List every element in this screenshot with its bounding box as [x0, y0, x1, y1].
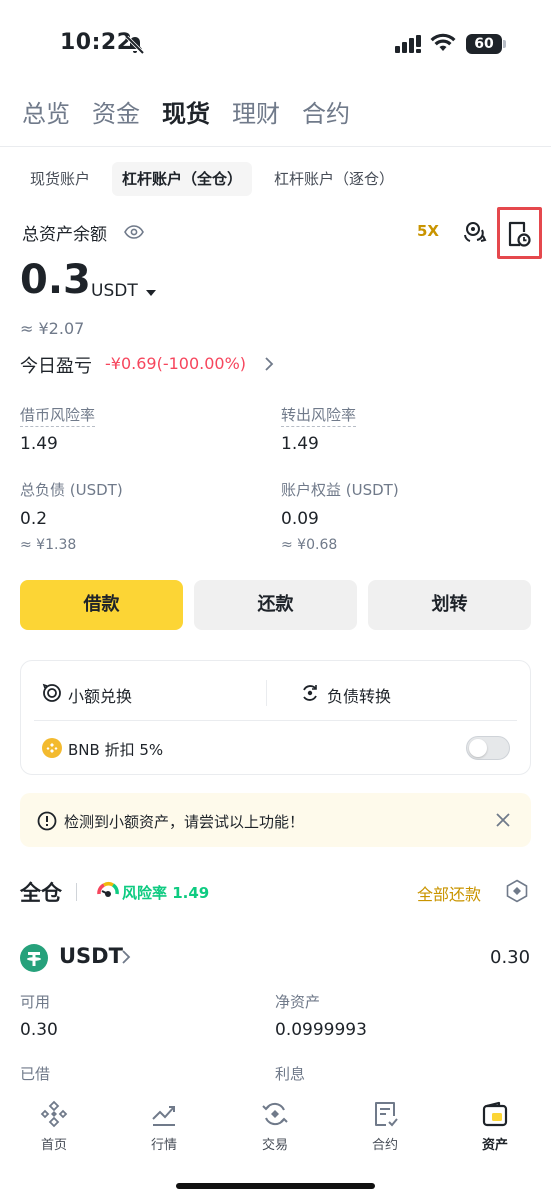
chevron-right-icon[interactable] [121, 949, 131, 965]
today-pnl-value[interactable]: -¥0.69(-100.00%) [105, 354, 246, 373]
transfer-button[interactable]: 划转 [368, 580, 531, 630]
nav-markets-label: 行情 [150, 1138, 177, 1153]
leverage-badge[interactable]: 5X [417, 222, 439, 240]
nav-trade[interactable]: 交易 [235, 1100, 315, 1153]
total-asset-cny: ≈ ¥2.07 [20, 319, 85, 338]
battery-indicator: 60 [466, 34, 502, 54]
markets-chart-icon [124, 1100, 204, 1128]
toggle-knob [469, 739, 487, 757]
nav-markets[interactable]: 行情 [124, 1100, 204, 1153]
close-icon[interactable] [495, 812, 511, 828]
cross-title-separator [76, 883, 77, 901]
nav-assets-label: 资产 [481, 1138, 508, 1153]
borrow-risk-label[interactable]: 借币风险率 [20, 404, 96, 427]
tabs-divider [0, 146, 551, 147]
subtab-spot-account[interactable]: 现货账户 [20, 162, 100, 196]
nav-home[interactable]: 首页 [14, 1100, 94, 1153]
total-debt-cny: ≈ ¥1.38 [20, 537, 77, 553]
futures-document-icon [345, 1100, 425, 1128]
cross-risk-rate[interactable]: 风险率 1.49 [122, 882, 209, 903]
subtab-cross-margin[interactable]: 杠杆账户（全仓） [112, 162, 253, 196]
available-value: 0.30 [20, 1020, 58, 1040]
home-indicator [176, 1183, 375, 1189]
trade-exchange-icon [235, 1100, 315, 1128]
equity-value: 0.09 [281, 509, 319, 529]
coin-exchange-icon[interactable] [462, 218, 490, 246]
status-time: 10:22 [60, 30, 133, 55]
total-asset-value: 0.3 [20, 257, 91, 303]
transfer-risk-value: 1.49 [281, 434, 319, 454]
bnb-discount-label: BNB 折扣 5% [68, 741, 164, 759]
small-exchange-icon [42, 683, 62, 703]
borrowed-label: 已借 [20, 1065, 51, 1083]
tools-horizontal-divider [34, 720, 517, 721]
coin-name[interactable]: USDT [59, 944, 123, 968]
debt-convert-link[interactable]: 负债转换 [327, 683, 391, 707]
battery-nub [503, 40, 506, 48]
today-pnl-label[interactable]: 今日盈亏 [20, 352, 92, 378]
main-tabs: 总览 资金 现货 理财 合约 [22, 98, 350, 130]
chevron-right-icon[interactable] [264, 357, 274, 371]
tab-spot[interactable]: 现货 [162, 98, 210, 130]
nav-futures-label: 合约 [371, 1138, 398, 1153]
caret-down-icon[interactable] [146, 289, 156, 297]
available-label: 可用 [20, 993, 51, 1011]
cross-margin-title: 全仓 [20, 881, 62, 905]
account-subtabs: 现货账户 杠杆账户（全仓） 杠杆账户（逐仓） [20, 162, 404, 196]
usdt-coin-icon [20, 944, 48, 972]
net-asset-value: 0.0999993 [275, 1020, 367, 1040]
total-debt-value: 0.2 [20, 509, 48, 529]
debt-convert-icon [300, 683, 320, 703]
tab-overview[interactable]: 总览 [22, 98, 70, 130]
net-asset-label: 净资产 [275, 993, 321, 1011]
diamond-settings-icon[interactable] [505, 879, 529, 903]
total-debt-label: 总负债 (USDT) [20, 481, 123, 499]
eye-icon[interactable] [124, 224, 144, 240]
risk-gauge-icon [96, 880, 120, 902]
bnb-discount-toggle[interactable] [466, 736, 510, 760]
total-asset-label: 总资产余额 [22, 225, 107, 245]
nav-assets[interactable]: 资产 [455, 1100, 535, 1153]
bell-muted-icon [124, 34, 146, 56]
equity-label: 账户权益 (USDT) [281, 481, 399, 499]
coin-total: 0.30 [490, 947, 531, 968]
nav-home-label: 首页 [40, 1138, 67, 1153]
repay-all-link[interactable]: 全部还款 [417, 881, 481, 905]
tab-funding[interactable]: 资金 [92, 98, 140, 130]
wifi-icon [430, 33, 456, 53]
history-record-icon[interactable] [506, 220, 532, 248]
tab-earn[interactable]: 理财 [232, 98, 280, 130]
wallet-icon [455, 1100, 535, 1128]
cellular-signal-icon [395, 35, 425, 53]
repay-button[interactable]: 还款 [194, 580, 357, 630]
nav-futures[interactable]: 合约 [345, 1100, 425, 1153]
total-asset-unit[interactable]: USDT [91, 281, 138, 301]
small-exchange-link[interactable]: 小额兑换 [68, 683, 132, 707]
equity-cny: ≈ ¥0.68 [281, 537, 338, 553]
tools-vertical-divider [266, 680, 267, 706]
borrow-risk-value: 1.49 [20, 434, 58, 454]
borrow-button[interactable]: 借款 [20, 580, 183, 630]
tab-futures[interactable]: 合约 [302, 98, 350, 130]
interest-label: 利息 [275, 1065, 306, 1083]
transfer-risk-label[interactable]: 转出风险率 [281, 404, 357, 427]
home-icon [14, 1100, 94, 1128]
nav-trade-label: 交易 [261, 1138, 288, 1153]
subtab-isolated-margin[interactable]: 杠杆账户（逐仓） [264, 162, 404, 196]
info-circle-icon [37, 811, 57, 831]
alert-text: 检测到小额资产，请尝试以上功能！ [64, 813, 305, 831]
bnb-coin-icon [42, 738, 62, 758]
